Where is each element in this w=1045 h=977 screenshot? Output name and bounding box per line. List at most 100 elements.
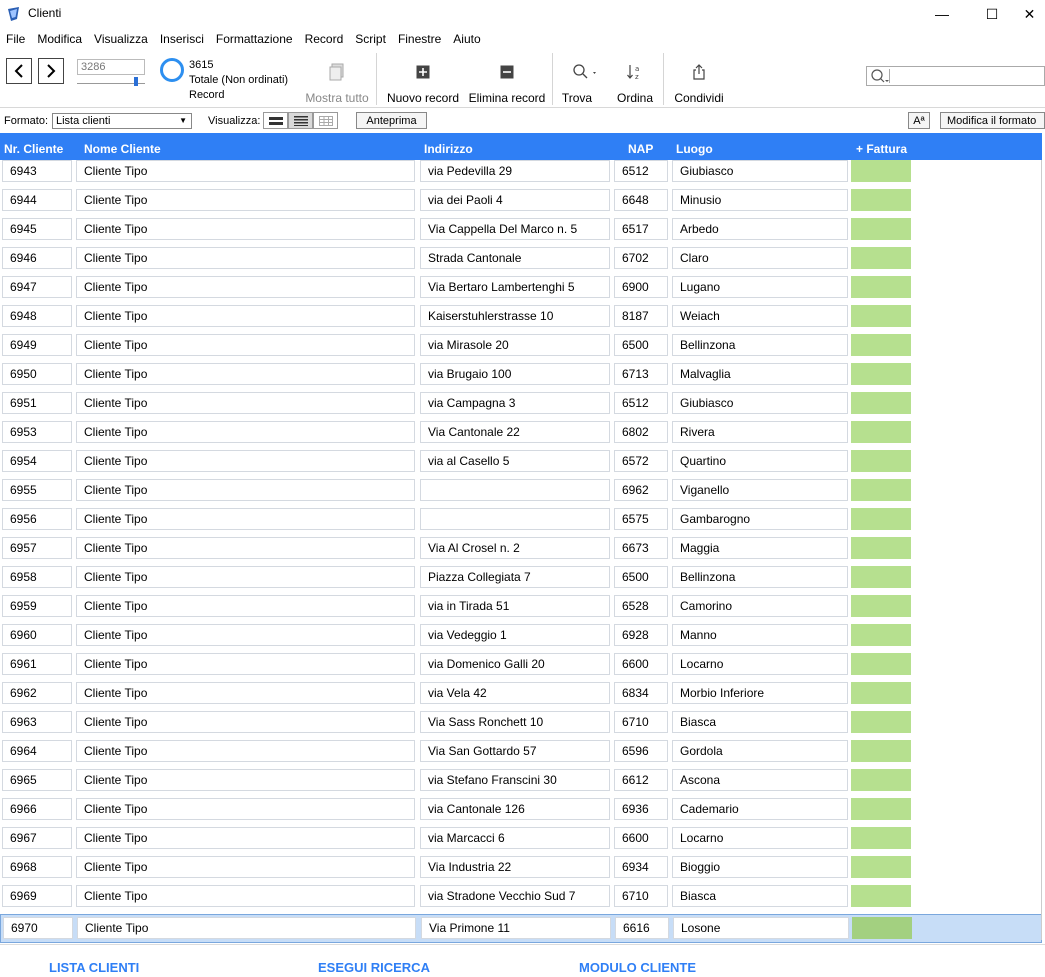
maximize-button[interactable]: ☐ (969, 0, 1015, 28)
current-record-field[interactable]: 3286 (77, 59, 145, 75)
cell-luogo[interactable]: Camorino (672, 595, 848, 617)
cell-nap[interactable]: 6600 (614, 827, 668, 849)
add-invoice-button[interactable] (851, 363, 911, 385)
cell-luogo[interactable]: Manno (672, 624, 848, 646)
cell-indirizzo[interactable]: via Pedevilla 29 (420, 160, 610, 182)
add-invoice-button[interactable] (851, 218, 911, 240)
cell-luogo[interactable]: Malvaglia (672, 363, 848, 385)
col-header-fattura[interactable]: + Fattura (856, 142, 907, 156)
add-invoice-button[interactable] (851, 682, 911, 704)
cell-nr[interactable]: 6945 (2, 218, 72, 240)
table-row[interactable]: 6945 Cliente Tipo Via Cappella Del Marco n… (0, 218, 1042, 247)
table-row[interactable]: 6966 Cliente Tipo via Cantonale 126 6936 Cad… (0, 798, 1042, 827)
cell-luogo[interactable]: Arbedo (672, 218, 848, 240)
cell-nap[interactable]: 6673 (614, 537, 668, 559)
add-invoice-button[interactable] (851, 421, 911, 443)
cell-luogo[interactable]: Giubiasco (672, 392, 848, 414)
add-invoice-button[interactable] (852, 917, 912, 939)
cell-nome[interactable]: Cliente Tipo (77, 917, 416, 939)
form-view-button[interactable] (263, 112, 288, 129)
cell-indirizzo[interactable]: Via Bertaro Lambertenghi 5 (420, 276, 610, 298)
cell-luogo[interactable]: Gambarogno (672, 508, 848, 530)
add-invoice-button[interactable] (851, 537, 911, 559)
cell-nap[interactable]: 6648 (614, 189, 668, 211)
add-invoice-button[interactable] (851, 305, 911, 327)
add-invoice-button[interactable] (851, 160, 911, 182)
cell-nr[interactable]: 6963 (2, 711, 72, 733)
cell-luogo[interactable]: Locarno (672, 827, 848, 849)
table-row[interactable]: 6964 Cliente Tipo Via San Gottardo 57 6596 G… (0, 740, 1042, 769)
cell-nr[interactable]: 6970 (3, 917, 73, 939)
cell-nome[interactable]: Cliente Tipo (76, 740, 415, 762)
cell-indirizzo[interactable]: via Stradone Vecchio Sud 7 (420, 885, 610, 907)
add-invoice-button[interactable] (851, 508, 911, 530)
cell-indirizzo[interactable]: Kaiserstuhlerstrasse 10 (420, 305, 610, 327)
menu-item-script[interactable]: Script (349, 32, 392, 46)
cell-nr[interactable]: 6948 (2, 305, 72, 327)
menu-item-file[interactable]: File (0, 32, 31, 46)
menu-item-aiuto[interactable]: Aiuto (447, 32, 486, 46)
table-row[interactable]: 6957 Cliente Tipo Via Al Crosel n. 2 6673 Ma… (0, 537, 1042, 566)
cell-nome[interactable]: Cliente Tipo (76, 885, 415, 907)
cell-nr[interactable]: 6961 (2, 653, 72, 675)
col-header-indirizzo[interactable]: Indirizzo (424, 142, 473, 156)
cell-nr[interactable]: 6947 (2, 276, 72, 298)
add-invoice-button[interactable] (851, 653, 911, 675)
cell-indirizzo[interactable] (420, 479, 610, 501)
cell-nap[interactable]: 6528 (614, 595, 668, 617)
cell-indirizzo[interactable]: via Stefano Franscini 30 (420, 769, 610, 791)
table-row[interactable]: 6955 Cliente Tipo 6962 Viganello (0, 479, 1042, 508)
cell-nr[interactable]: 6946 (2, 247, 72, 269)
cell-nr[interactable]: 6955 (2, 479, 72, 501)
cell-luogo[interactable]: Claro (672, 247, 848, 269)
cell-indirizzo[interactable] (420, 508, 610, 530)
cell-nr[interactable]: 6944 (2, 189, 72, 211)
cell-indirizzo[interactable]: via dei Paoli 4 (420, 189, 610, 211)
share-button[interactable]: Condividi (670, 61, 728, 105)
table-row[interactable]: 6960 Cliente Tipo via Vedeggio 1 6928 Manno (0, 624, 1042, 653)
add-invoice-button[interactable] (851, 189, 911, 211)
cell-nome[interactable]: Cliente Tipo (76, 189, 415, 211)
table-row[interactable]: 6958 Cliente Tipo Piazza Collegiata 7 6500 B… (0, 566, 1042, 595)
nav-modulo-cliente[interactable]: MODULO CLIENTE (579, 960, 696, 975)
table-row[interactable]: 6962 Cliente Tipo via Vela 42 6834 Morbio In… (0, 682, 1042, 711)
cell-nap[interactable]: 6512 (614, 392, 668, 414)
cell-luogo[interactable]: Viganello (672, 479, 848, 501)
add-invoice-button[interactable] (851, 885, 911, 907)
cell-nr[interactable]: 6956 (2, 508, 72, 530)
menu-item-finestre[interactable]: Finestre (392, 32, 447, 46)
cell-nome[interactable]: Cliente Tipo (76, 595, 415, 617)
cell-indirizzo[interactable]: via Vedeggio 1 (420, 624, 610, 646)
menu-item-formattazione[interactable]: Formattazione (210, 32, 299, 46)
find-button[interactable]: Trova (559, 61, 609, 105)
cell-luogo[interactable]: Weiach (672, 305, 848, 327)
table-row[interactable]: 6954 Cliente Tipo via al Casello 5 6572 Quar… (0, 450, 1042, 479)
cell-luogo[interactable]: Biasca (672, 885, 848, 907)
close-button[interactable]: ✕ (1014, 0, 1045, 28)
add-invoice-button[interactable] (851, 566, 911, 588)
cell-nome[interactable]: Cliente Tipo (76, 537, 415, 559)
cell-nome[interactable]: Cliente Tipo (76, 392, 415, 414)
cell-nome[interactable]: Cliente Tipo (76, 653, 415, 675)
cell-indirizzo[interactable]: via al Casello 5 (420, 450, 610, 472)
cell-nr[interactable]: 6954 (2, 450, 72, 472)
cell-indirizzo[interactable]: Via Cappella Del Marco n. 5 (420, 218, 610, 240)
cell-nome[interactable]: Cliente Tipo (76, 305, 415, 327)
cell-nr[interactable]: 6953 (2, 421, 72, 443)
table-row[interactable]: 6948 Cliente Tipo Kaiserstuhlerstrasse 10 8… (0, 305, 1042, 334)
table-row[interactable]: 6968 Cliente Tipo Via Industria 22 6934 Biog… (0, 856, 1042, 885)
cell-nap[interactable]: 6710 (614, 711, 668, 733)
minimize-button[interactable]: — (919, 0, 965, 28)
record-slider-thumb[interactable] (134, 77, 138, 86)
cell-nr[interactable]: 6965 (2, 769, 72, 791)
cell-luogo[interactable]: Locarno (672, 653, 848, 675)
cell-nap[interactable]: 6500 (614, 566, 668, 588)
cell-luogo[interactable]: Bioggio (672, 856, 848, 878)
table-row[interactable]: 6959 Cliente Tipo via in Tirada 51 6528 Camo… (0, 595, 1042, 624)
add-invoice-button[interactable] (851, 450, 911, 472)
preview-button[interactable]: Anteprima (356, 112, 427, 129)
cell-nr[interactable]: 6959 (2, 595, 72, 617)
cell-nap[interactable]: 8187 (614, 305, 668, 327)
cell-nap[interactable]: 6962 (614, 479, 668, 501)
cell-nome[interactable]: Cliente Tipo (76, 363, 415, 385)
